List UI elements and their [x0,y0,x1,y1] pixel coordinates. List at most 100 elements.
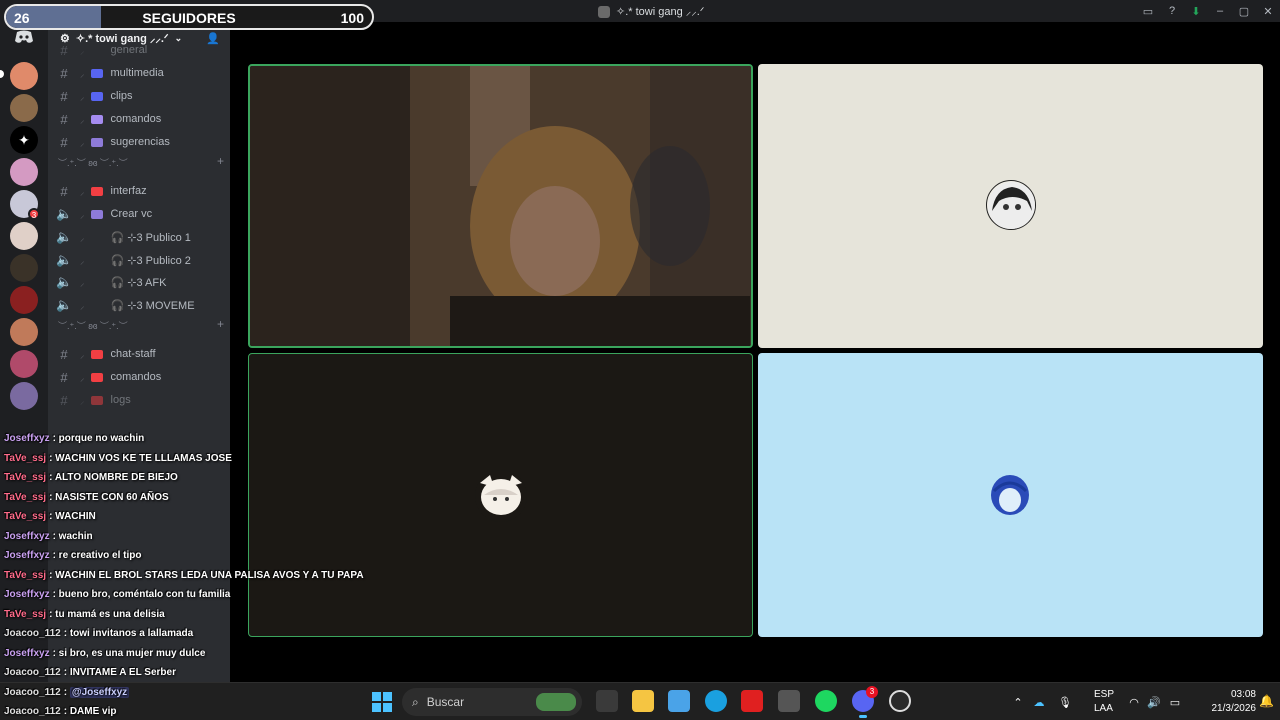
channel-item[interactable]: # ⸝ clips [56,86,226,106]
channel-item[interactable]: 🔈 ⸝ Crear vc [56,204,226,224]
taskbar-search[interactable]: ⌕ Buscar [402,688,582,716]
discord-taskbar-icon[interactable]: 3 [852,686,878,718]
text-channel-icon: # [60,111,68,127]
youtube-icon[interactable] [741,690,763,712]
chat-message: Joseffxyz: re creativo el tipo [4,547,404,567]
video-tile-camera[interactable] [248,64,753,348]
chat-username: Joseffxyz [4,550,50,561]
chat-username: Joacoo_112 [4,667,61,678]
follower-label: SEGUIDORES [142,10,236,26]
download-icon[interactable]: ⬇ [1184,0,1208,22]
add-channel-icon[interactable]: + [217,154,224,168]
channel-separator: ⸝ [80,255,85,266]
server-avatar[interactable] [10,350,38,378]
channel-emoji-icon [90,68,103,78]
system-clock[interactable]: 03:08 21/3/2026 [1212,688,1257,716]
channel-item[interactable]: 🔈 ⸝ 🎧 ⊹3 MOVEME [56,295,226,315]
server-avatar[interactable] [10,222,38,250]
text-channel-icon: # [60,392,68,408]
minimize-button[interactable]: – [1208,0,1232,22]
channel-item[interactable]: # ⸝ logs [56,390,226,410]
voice-channel-icon: 🔈 [56,274,73,289]
server-avatar[interactable] [10,286,38,314]
edge-browser-icon[interactable] [705,690,727,712]
channel-emoji-icon [91,301,103,310]
spotify-icon[interactable] [815,690,837,712]
chat-message: Joacoo_112: INVITAME A EL Serber [4,664,404,684]
keyboard-language[interactable]: ESP LAA [1094,688,1114,716]
video-tile-participant[interactable] [758,64,1263,348]
follower-goal-bar: 26 SEGUIDORES 100 [4,4,374,30]
chat-text: : wachin [52,530,93,542]
chat-username: TaVe_ssj [4,491,47,503]
channel-separator: ⸝ [80,186,85,197]
add-channel-icon[interactable]: + [217,317,224,331]
server-avatar[interactable] [10,318,38,346]
channel-category[interactable]: ︶.⁺.︶ ʚɞ ︶.⁺.︶ + [58,317,226,333]
maximize-button[interactable]: ▢ [1232,0,1256,22]
participant-avatar [474,469,528,523]
channel-item[interactable]: 🔈 ⸝ 🎧 ⊹3 Publico 1 [56,227,226,247]
channel-emoji-icon [90,114,103,124]
chat-message: TaVe_ssj: WACHIN EL BROL STARS LEDA UNA … [4,567,404,587]
microsoft-store-icon[interactable] [668,690,690,712]
channel-separator: ⸝ [80,395,85,406]
stream-chat-overlay: Joseffxyz : porque no wachin TaVe_ssj: WAC… [4,430,404,720]
clock-time: 03:08 [1230,689,1256,700]
follower-goal: 100 [340,10,364,26]
channel-separator: ⸝ [80,372,85,383]
clock-date: 21/3/2026 [1211,703,1257,714]
inbox-icon[interactable]: ▭ [1136,0,1160,22]
text-channel-icon: # [60,369,68,385]
task-view-icon[interactable] [596,690,618,712]
channel-item[interactable]: # ⸝ chat-staff [56,344,226,364]
server-avatar[interactable] [10,94,38,122]
title-bar-actions: ▭ ? ⬇ – ▢ ✕ [1136,0,1280,22]
notifications-icon[interactable]: 🔔 [1259,694,1274,708]
channel-item[interactable]: # ⸝ multimedia [56,63,226,83]
server-avatar[interactable] [10,62,38,90]
channel-item[interactable]: # ⸝ comandos [56,109,226,129]
channel-emoji-icon [90,186,103,196]
server-avatar[interactable] [10,158,38,186]
app-icon[interactable] [889,690,911,712]
voice-channel-icon: 🔈 [56,252,73,267]
chat-message: Joacoo_112: DAME vip [4,703,404,720]
obs-icon[interactable] [778,690,800,712]
participant-avatar [984,471,1036,523]
chat-username: Joacoo_112 [4,686,61,698]
close-button[interactable]: ✕ [1256,0,1280,22]
quick-settings[interactable]: ◠ 🔊 ▭ [1124,683,1186,720]
file-explorer-icon[interactable] [632,690,654,712]
channel-label: sugerencias [110,136,170,148]
microphone-icon[interactable]: 🎙 [1052,696,1078,709]
channel-item[interactable]: 🔈 ⸝ 🎧 ⊹3 AFK [56,272,226,292]
search-placeholder: Buscar [426,695,465,709]
chat-text: : [63,686,70,698]
chat-text: : porque no wachin [52,433,145,444]
channel-item[interactable]: # ⸝ comandos [56,367,226,387]
voice-channel-icon: 🔈 [56,206,73,221]
onedrive-icon[interactable]: ☁ [1026,696,1052,709]
help-icon[interactable]: ? [1160,0,1184,22]
channel-item[interactable]: # ⸝ interfaz [56,181,226,201]
chat-username: TaVe_ssj [4,569,47,581]
server-avatar[interactable] [10,382,38,410]
channel-item[interactable]: # ⸝ sugerencias [56,132,226,152]
channel-label: comandos [110,371,162,383]
chat-message: Joacoo_112: @Joseffxyz [4,684,404,704]
chat-username: TaVe_ssj [4,472,47,483]
discord-home-icon[interactable] [14,30,34,44]
channel-item[interactable]: 🔈 ⸝ 🎧 ⊹3 Publico 2 [56,250,226,270]
video-tile-participant[interactable] [758,353,1263,637]
chat-text: : INVITAME A EL Serber [63,667,176,678]
channel-item[interactable]: # ⸝ general [56,40,226,60]
channel-category[interactable]: ︶.⁺.︶ ʚɞ ︶.⁺.︶ + [58,154,226,170]
chevron-up-icon[interactable]: ⌃ [1010,696,1026,709]
search-icon: ⌕ [412,694,419,709]
channel-label: clips [110,90,133,102]
server-avatar[interactable]: 3 [10,190,40,220]
server-avatar[interactable]: ✦ [10,126,38,154]
participant-avatar [986,180,1036,230]
server-avatar[interactable] [10,254,38,282]
